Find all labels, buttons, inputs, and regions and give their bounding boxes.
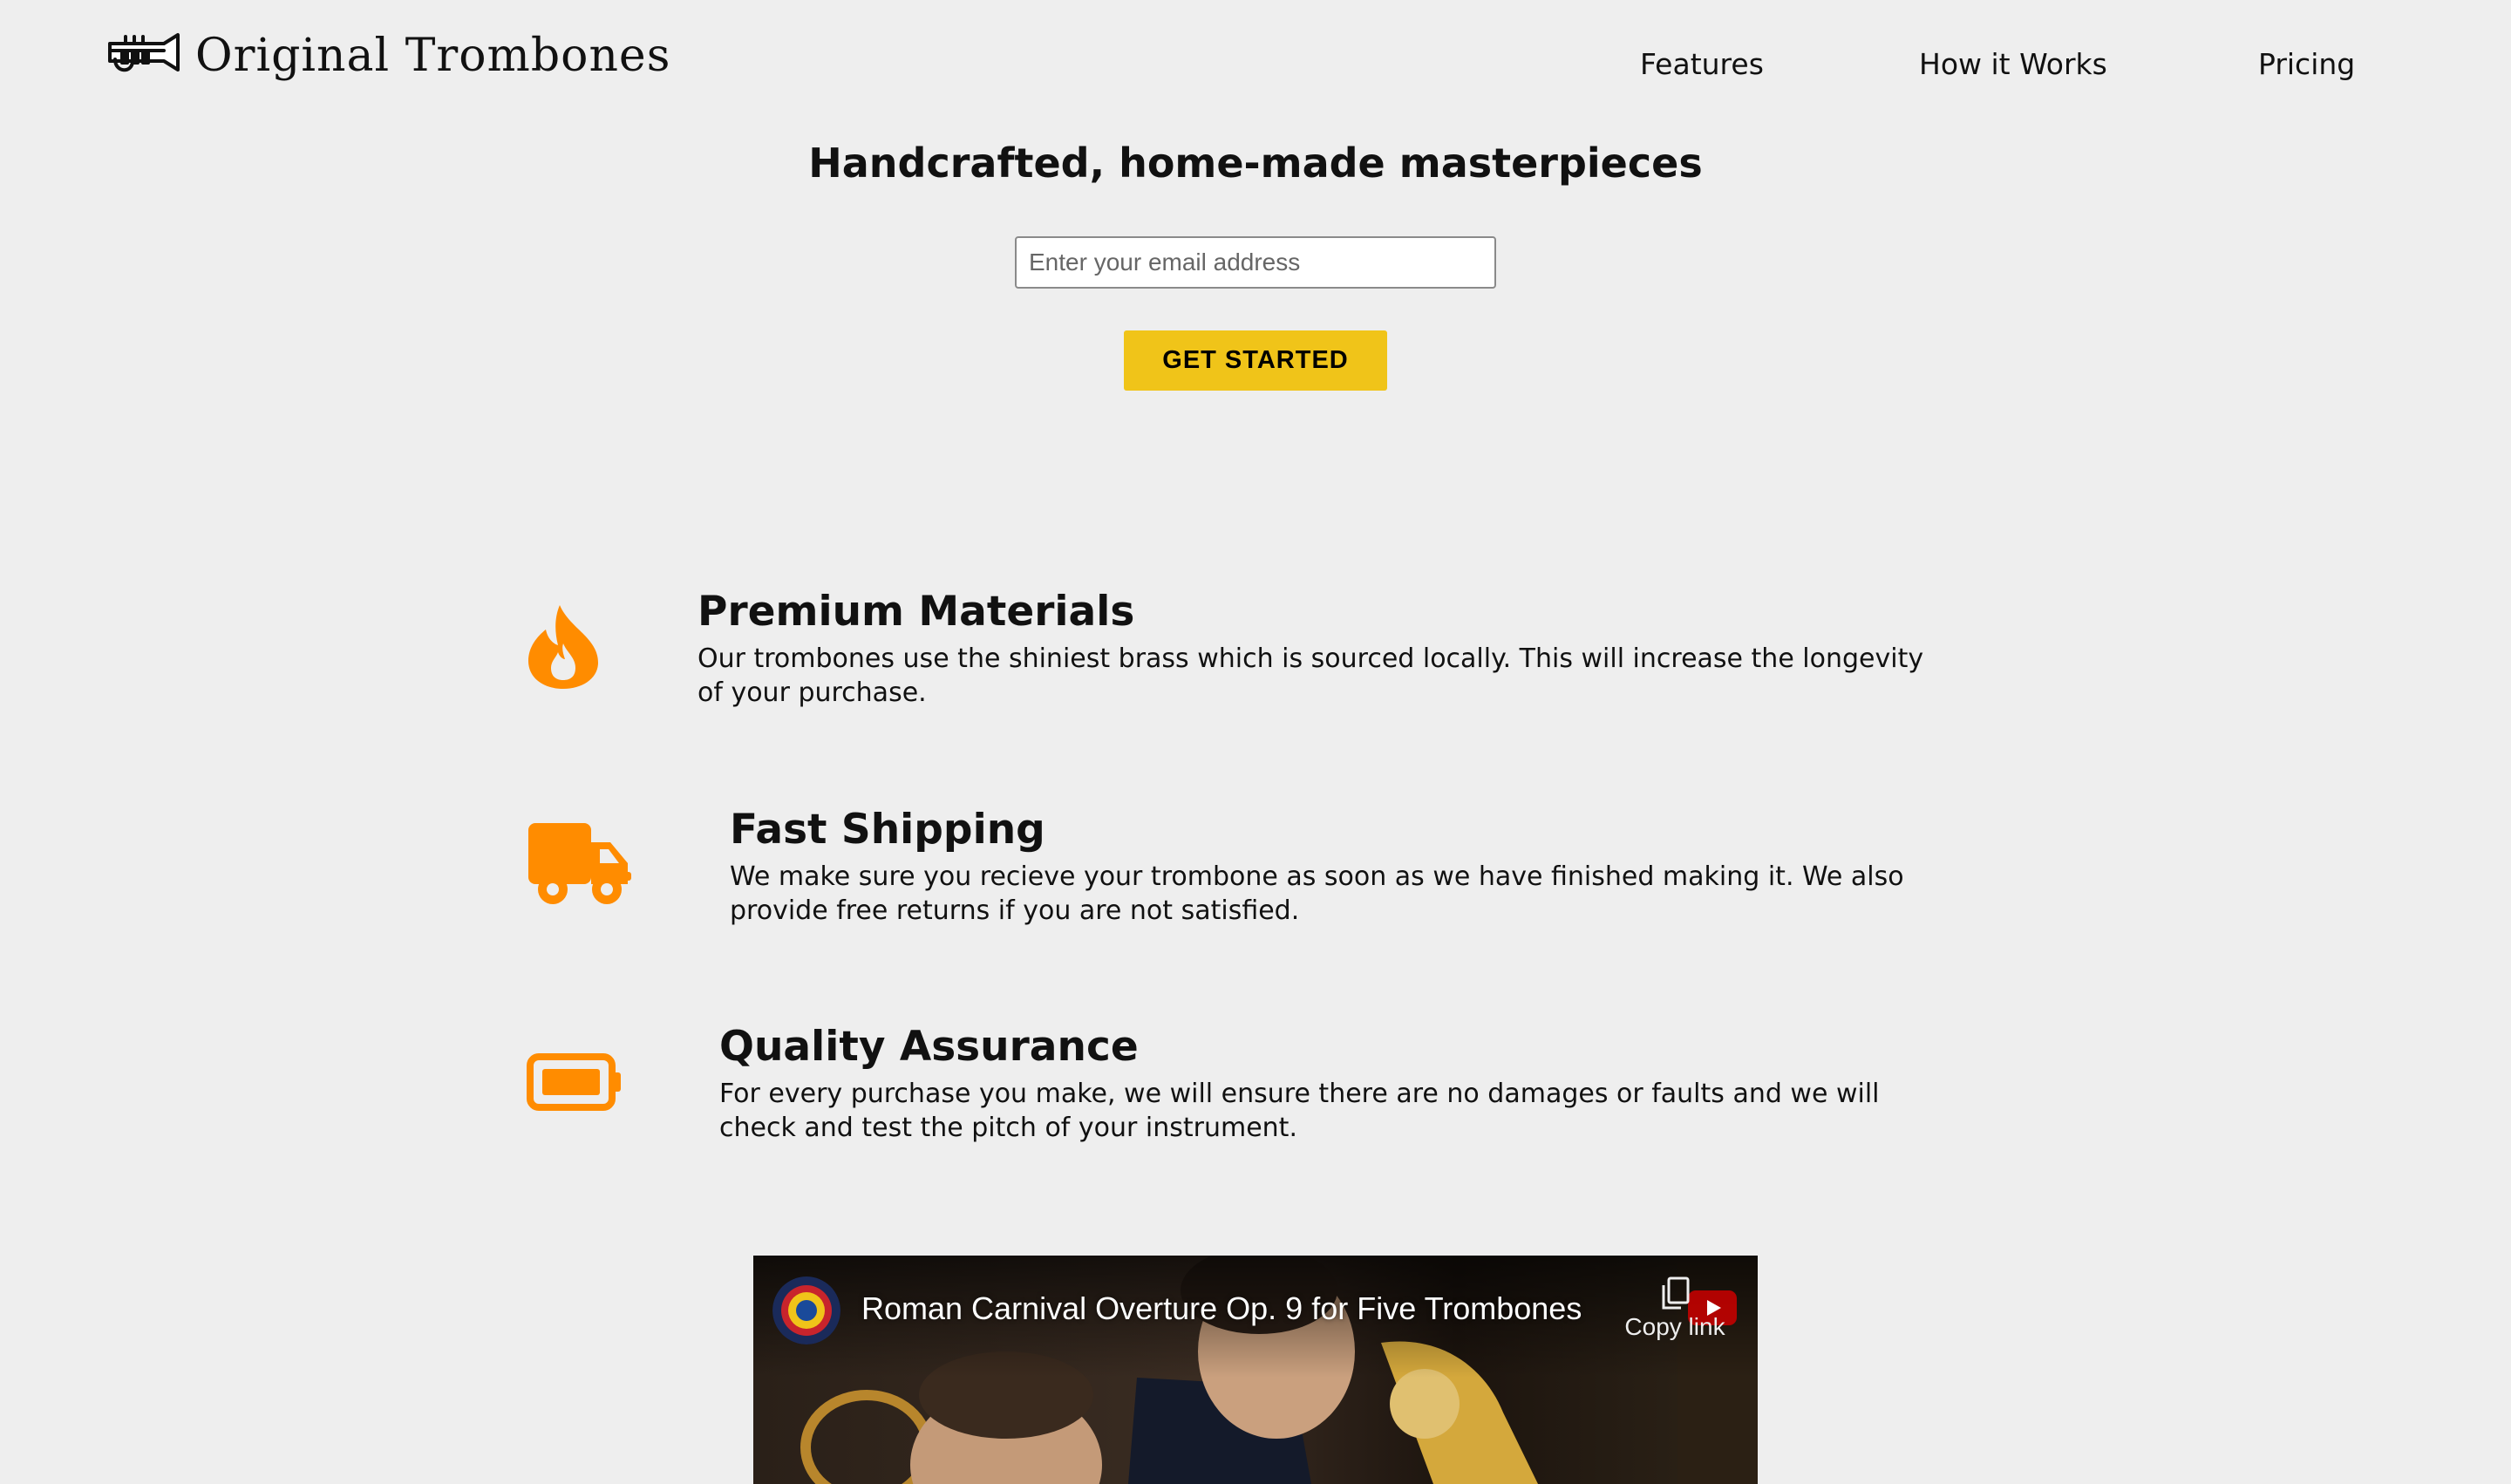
hero-title: Handcrafted, home-made masterpieces [808,140,1703,187]
copy-link-button[interactable]: Copy link [1618,1276,1732,1341]
battery-icon [527,1053,623,1114]
brand-logo[interactable]: Original Trombones [106,30,670,82]
page: Original Trombones Features How it Works… [0,0,2511,1484]
channel-avatar[interactable] [772,1276,840,1344]
video-player[interactable]: Roman Carnival Overture Op. 9 for Five T… [753,1256,1758,1484]
video-title[interactable]: Roman Carnival Overture Op. 9 for Five T… [861,1290,1582,1327]
feature-title: Fast Shipping [730,806,1045,854]
nav-link-how-it-works[interactable]: How it Works [1919,47,2107,81]
truck-icon [527,821,633,909]
feature-description: For every purchase you make, we will ens… [719,1079,1880,1143]
copy-link-label: Copy link [1624,1313,1725,1340]
brand-name: Original Trombones [195,30,671,82]
nav-link-pricing[interactable]: Pricing [2258,47,2355,81]
nav-link-features[interactable]: Features [1640,47,1764,81]
trumpet-icon [108,33,180,72]
feature-title: Quality Assurance [719,1023,1139,1071]
fire-icon [527,603,600,692]
feature-description: Our trombones use the shiniest brass whi… [698,643,1924,708]
get-started-button[interactable]: GET STARTED [1124,330,1387,391]
copy-icon [1662,1276,1690,1310]
email-input[interactable] [1015,236,1496,289]
feature-title: Premium Materials [698,588,1135,636]
feature-description: We make sure you recieve your trombone a… [730,861,1904,926]
